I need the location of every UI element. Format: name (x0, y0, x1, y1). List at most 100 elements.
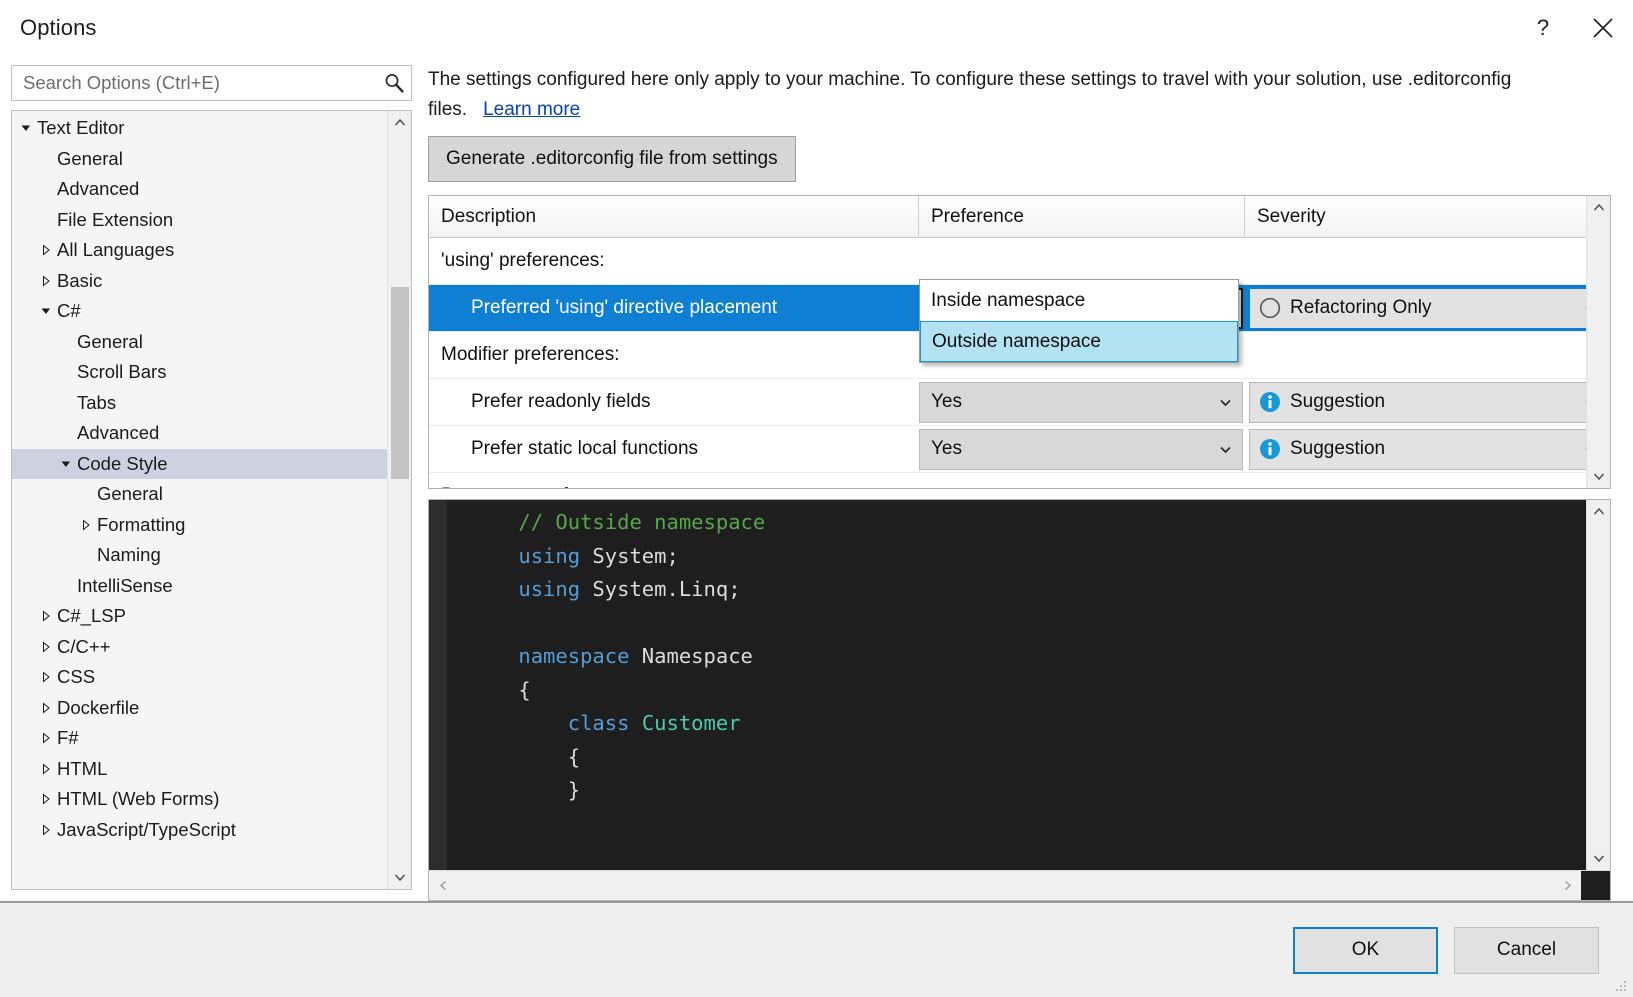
code-scroll-right-arrow[interactable] (1553, 872, 1581, 900)
code-scroll-up-arrow[interactable] (1587, 500, 1611, 524)
tree-scrollbar[interactable] (387, 111, 411, 889)
severity-combobox[interactable]: Suggestion (1249, 381, 1608, 423)
tree-item-tabs[interactable]: Tabs (12, 388, 387, 419)
generate-editorconfig-button[interactable]: Generate .editorconfig file from setting… (428, 136, 796, 182)
grid-setting-row[interactable]: Prefer static local functions Yes Suggesti… (429, 426, 1610, 473)
chevron-right-icon[interactable] (36, 671, 56, 683)
tree-item-intellisense[interactable]: IntelliSense (12, 571, 387, 602)
ok-button[interactable]: OK (1293, 926, 1438, 974)
grid-group-row[interactable]: 'using' preferences: (429, 238, 1610, 285)
grid-scroll-track[interactable] (1587, 220, 1611, 464)
chevron-right-icon[interactable] (76, 519, 96, 531)
grid-setting-row[interactable]: Prefer readonly fields Yes Suggestion (429, 379, 1610, 426)
chevron-down-icon[interactable] (1216, 443, 1234, 456)
tree-item-html[interactable]: HTML (12, 754, 387, 785)
preference-dropdown-popup[interactable]: Inside namespace Outside namespace (919, 279, 1239, 363)
tree-item-general[interactable]: General (12, 479, 387, 510)
chevron-right-icon[interactable] (36, 763, 56, 775)
severity-cell[interactable]: Suggestion (1245, 428, 1610, 470)
severity-combobox[interactable]: Refactoring Only (1249, 287, 1608, 329)
tree-item-file-extension[interactable]: File Extension (12, 205, 387, 236)
tree-item-label: File Extension (57, 208, 174, 230)
tree-item-all-languages[interactable]: All Languages (12, 235, 387, 266)
preference-cell[interactable]: Yes (919, 428, 1245, 470)
tree-item-advanced[interactable]: Advanced (12, 174, 387, 205)
scroll-down-arrow[interactable] (388, 865, 412, 889)
tree-item-f[interactable]: F# (12, 723, 387, 754)
help-button[interactable]: ? (1513, 0, 1573, 56)
tree-item-html-web-forms[interactable]: HTML (Web Forms) (12, 784, 387, 815)
tree-item-naming[interactable]: Naming (12, 540, 387, 571)
code-horizontal-scrollbar[interactable] (429, 870, 1610, 900)
chevron-right-icon[interactable] (36, 824, 56, 836)
grid-scrollbar[interactable] (1586, 196, 1610, 488)
code-token: Customer (641, 711, 741, 735)
code-preview-main: // Outside namespace using System; using… (429, 500, 1610, 870)
column-header-preference[interactable]: Preference (919, 196, 1245, 237)
chevron-down-icon[interactable] (16, 122, 36, 134)
preference-combobox[interactable]: Yes (919, 428, 1243, 470)
tree-item-scroll-bars[interactable]: Scroll Bars (12, 357, 387, 388)
code-vertical-scrollbar[interactable] (1586, 500, 1610, 870)
tree-item-text-editor[interactable]: Text Editor (12, 113, 387, 144)
search-input[interactable] (21, 71, 383, 95)
column-header-description[interactable]: Description (429, 196, 919, 237)
code-scroll-left-arrow[interactable] (429, 872, 457, 900)
search-box[interactable] (11, 65, 412, 101)
tree-scroll-thumb[interactable] (390, 287, 409, 479)
tree-item-c-lsp[interactable]: C#_LSP (12, 601, 387, 632)
chevron-right-icon[interactable] (36, 793, 56, 805)
spacer-icon (36, 153, 56, 165)
tree-list[interactable]: Text Editor General Advanced File Extension… (12, 111, 387, 889)
severity-cell[interactable]: Refactoring Only (1245, 287, 1610, 329)
chevron-down-icon[interactable] (56, 458, 76, 470)
chevron-right-icon[interactable] (36, 732, 56, 744)
dropdown-option[interactable]: Inside namespace (920, 280, 1238, 321)
tree-item-code-style[interactable]: Code Style (12, 448, 387, 479)
resize-grip-icon[interactable] (1614, 979, 1628, 993)
tree-item-dockerfile[interactable]: Dockerfile (12, 693, 387, 724)
grid-rows: 'using' preferences: Preferred 'using' di… (429, 238, 1610, 488)
info-icon (1257, 437, 1283, 461)
scroll-up-arrow[interactable] (388, 111, 412, 135)
code-scroll-track[interactable] (1587, 524, 1611, 846)
spacer-icon (56, 580, 76, 592)
tree-item-css[interactable]: CSS (12, 662, 387, 693)
column-header-severity[interactable]: Severity (1245, 196, 1610, 237)
tree-item-c-c[interactable]: C/C++ (12, 632, 387, 663)
tree-item-label: General (57, 147, 123, 169)
grid-scroll-up-arrow[interactable] (1587, 196, 1611, 220)
tree-item-advanced[interactable]: Advanced (12, 418, 387, 449)
code-scroll-down-arrow[interactable] (1587, 846, 1611, 870)
tree-item-formatting[interactable]: Formatting (12, 510, 387, 541)
chevron-right-icon[interactable] (36, 641, 56, 653)
grid-group-row[interactable]: Parameter preferences: (429, 473, 1610, 488)
chevron-right-icon[interactable] (36, 702, 56, 714)
chevron-right-icon[interactable] (36, 610, 56, 622)
tree-item-label: Code Style (77, 452, 168, 474)
svg-text:?: ? (1537, 17, 1549, 39)
tree-item-basic[interactable]: Basic (12, 266, 387, 297)
severity-cell[interactable]: Suggestion (1245, 381, 1610, 423)
chevron-down-icon[interactable] (36, 305, 56, 317)
close-button[interactable] (1573, 0, 1633, 56)
chevron-right-icon[interactable] (36, 244, 56, 256)
tree-item-c[interactable]: C# (12, 296, 387, 327)
severity-combobox[interactable]: Suggestion (1249, 428, 1608, 470)
tree-scroll-track[interactable] (388, 135, 412, 865)
tree-item-label: IntelliSense (77, 574, 173, 596)
row-description: Parameter preferences: (429, 485, 919, 488)
code-preview: // Outside namespace using System; using… (428, 499, 1611, 901)
preference-combobox[interactable]: Yes (919, 381, 1243, 423)
tree-item-general[interactable]: General (12, 327, 387, 358)
chevron-right-icon[interactable] (36, 275, 56, 287)
dropdown-option[interactable]: Outside namespace (920, 321, 1238, 362)
learn-more-link[interactable]: Learn more (483, 99, 580, 120)
chevron-down-icon[interactable] (1216, 396, 1234, 409)
tree-item-general[interactable]: General (12, 144, 387, 175)
preference-cell[interactable]: Yes (919, 381, 1245, 423)
tree-item-javascript-typescript[interactable]: JavaScript/TypeScript (12, 815, 387, 846)
cancel-button[interactable]: Cancel (1454, 926, 1599, 974)
grid-scroll-down-arrow[interactable] (1587, 464, 1611, 488)
